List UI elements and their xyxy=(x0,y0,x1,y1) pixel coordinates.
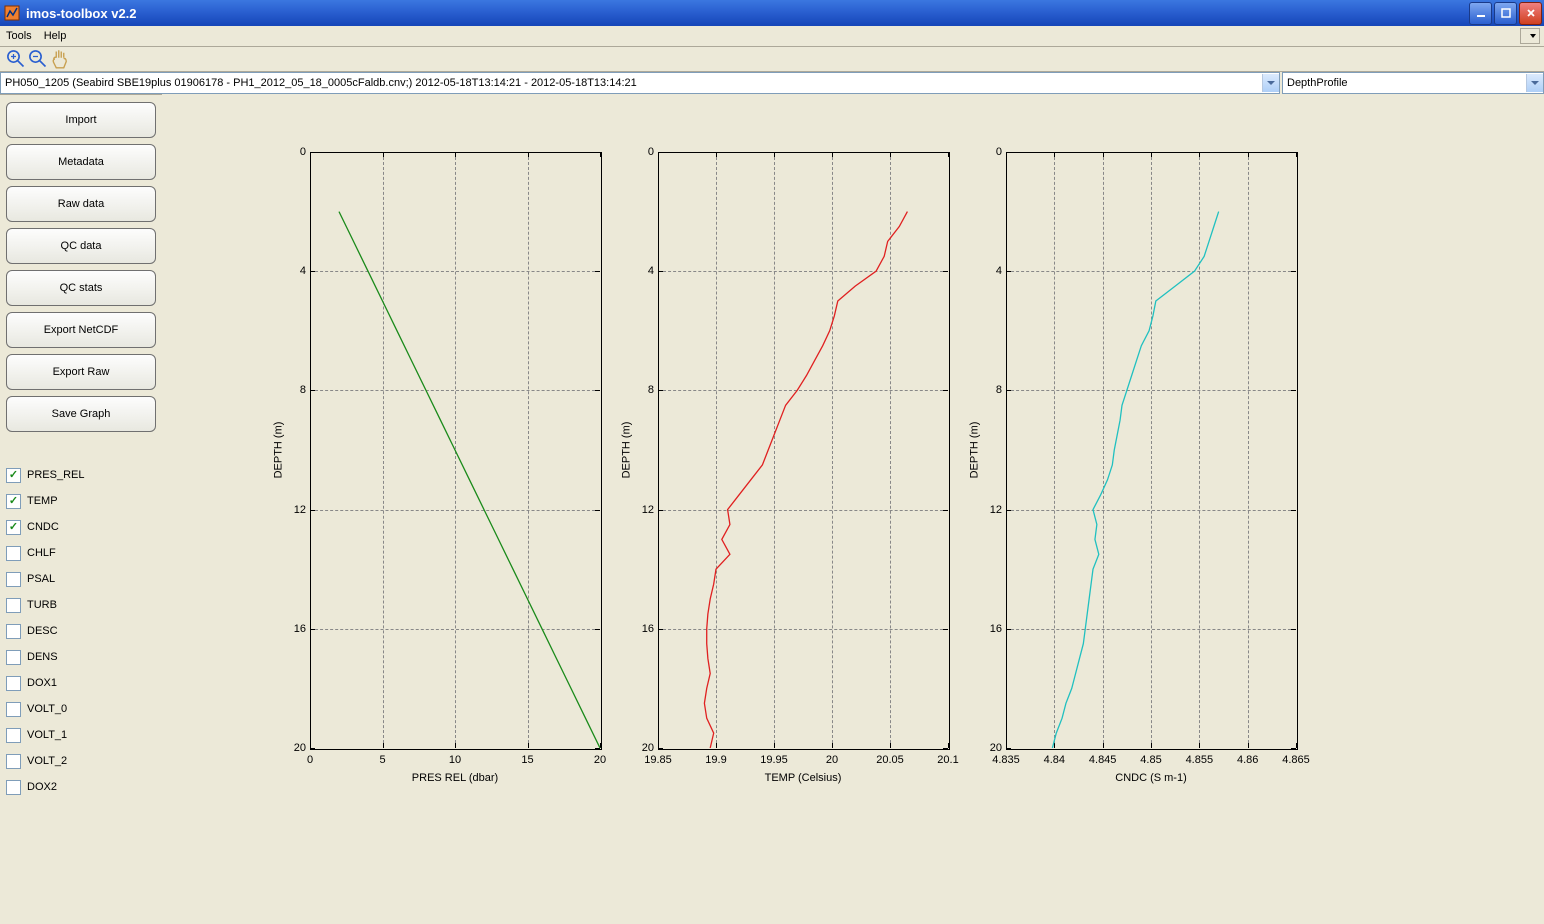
view-dropdown-text: DepthProfile xyxy=(1283,77,1526,89)
zoom-in-icon[interactable] xyxy=(6,49,26,69)
menubar-overflow-icon[interactable] xyxy=(1520,28,1540,44)
chart-cndc: DEPTH (m)CNDC (S m-1)0481216204.8354.844… xyxy=(946,94,1336,808)
checkbox-dox2[interactable] xyxy=(6,780,21,795)
checkbox-temp[interactable] xyxy=(6,494,21,509)
plot-area: DEPTH (m)PRES REL (dbar)0481216200510152… xyxy=(162,94,1544,924)
chevron-down-icon xyxy=(1262,74,1279,92)
checkbox-dox1[interactable] xyxy=(6,676,21,691)
variable-row-turb: TURB xyxy=(6,594,156,616)
chevron-down-icon xyxy=(1526,74,1543,92)
data-line-cndc xyxy=(946,94,1336,808)
variable-label: CHLF xyxy=(27,547,56,559)
export-raw-button[interactable]: Export Raw xyxy=(6,354,156,390)
variable-label: TEMP xyxy=(27,495,58,507)
variable-list: PRES_REL TEMP CNDC CHLF PSAL TURB DESC DENS DOX1… xyxy=(6,464,156,802)
zoom-out-icon[interactable] xyxy=(28,49,48,69)
variable-row-cndc: CNDC xyxy=(6,516,156,538)
selector-bar: PH050_1205 (Seabird SBE19plus 01906178 -… xyxy=(0,72,1544,95)
titlebar: imos-toolbox v2.2 xyxy=(0,0,1544,26)
menubar: Tools Help xyxy=(0,26,1544,47)
view-dropdown[interactable]: DepthProfile xyxy=(1282,72,1544,94)
save-graph-button[interactable]: Save Graph xyxy=(6,396,156,432)
variable-row-dox2: DOX2 xyxy=(6,776,156,798)
window-title: imos-toolbox v2.2 xyxy=(26,6,1467,21)
data-line-temp xyxy=(598,94,988,808)
variable-label: PRES_REL xyxy=(27,469,84,481)
menu-help[interactable]: Help xyxy=(44,30,67,42)
checkbox-chlf[interactable] xyxy=(6,546,21,561)
chart-temp: DEPTH (m)TEMP (Celsius)04812162019.8519.… xyxy=(598,94,988,808)
maximize-button[interactable] xyxy=(1494,2,1517,25)
qc-stats-button[interactable]: QC stats xyxy=(6,270,156,306)
chart-pres: DEPTH (m)PRES REL (dbar)0481216200510152… xyxy=(250,94,640,808)
metadata-button[interactable]: Metadata xyxy=(6,144,156,180)
variable-row-temp: TEMP xyxy=(6,490,156,512)
qc-data-button[interactable]: QC data xyxy=(6,228,156,264)
checkbox-dens[interactable] xyxy=(6,650,21,665)
minimize-button[interactable] xyxy=(1469,2,1492,25)
variable-row-dens: DENS xyxy=(6,646,156,668)
variable-label: DOX1 xyxy=(27,677,57,689)
pan-icon[interactable] xyxy=(50,49,70,69)
menu-tools[interactable]: Tools xyxy=(6,30,32,42)
main-body: Import Metadata Raw data QC data QC stats Exp… xyxy=(0,94,1544,924)
checkbox-volt_0[interactable] xyxy=(6,702,21,717)
side-panel: Import Metadata Raw data QC data QC stats Exp… xyxy=(0,94,162,924)
checkbox-psal[interactable] xyxy=(6,572,21,587)
checkbox-turb[interactable] xyxy=(6,598,21,613)
variable-row-volt_0: VOLT_0 xyxy=(6,698,156,720)
checkbox-cndc[interactable] xyxy=(6,520,21,535)
window-buttons xyxy=(1467,2,1544,25)
variable-label: DENS xyxy=(27,651,58,663)
export-netcdf-button[interactable]: Export NetCDF xyxy=(6,312,156,348)
variable-row-dox1: DOX1 xyxy=(6,672,156,694)
dataset-dropdown[interactable]: PH050_1205 (Seabird SBE19plus 01906178 -… xyxy=(0,72,1280,94)
variable-row-desc: DESC xyxy=(6,620,156,642)
variable-label: DESC xyxy=(27,625,58,637)
variable-label: VOLT_1 xyxy=(27,729,67,741)
app-icon xyxy=(4,5,20,21)
checkbox-desc[interactable] xyxy=(6,624,21,639)
dataset-dropdown-text: PH050_1205 (Seabird SBE19plus 01906178 -… xyxy=(1,77,1262,89)
variable-label: TURB xyxy=(27,599,57,611)
toolbar xyxy=(0,47,1544,72)
close-button[interactable] xyxy=(1519,2,1542,25)
data-line-pres xyxy=(250,94,640,808)
checkbox-pres_rel[interactable] xyxy=(6,468,21,483)
variable-label: VOLT_0 xyxy=(27,703,67,715)
variable-row-volt_2: VOLT_2 xyxy=(6,750,156,772)
checkbox-volt_2[interactable] xyxy=(6,754,21,769)
variable-label: PSAL xyxy=(27,573,55,585)
raw-data-button[interactable]: Raw data xyxy=(6,186,156,222)
variable-label: VOLT_2 xyxy=(27,755,67,767)
variable-label: DOX2 xyxy=(27,781,57,793)
variable-row-chlf: CHLF xyxy=(6,542,156,564)
import-button[interactable]: Import xyxy=(6,102,156,138)
variable-row-pres_rel: PRES_REL xyxy=(6,464,156,486)
checkbox-volt_1[interactable] xyxy=(6,728,21,743)
variable-row-volt_1: VOLT_1 xyxy=(6,724,156,746)
variable-row-psal: PSAL xyxy=(6,568,156,590)
variable-label: CNDC xyxy=(27,521,59,533)
